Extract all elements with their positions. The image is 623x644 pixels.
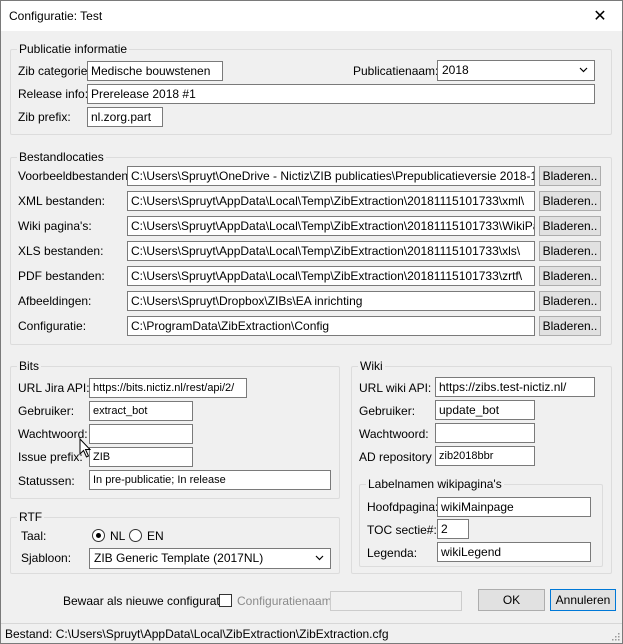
voorbeeldbestanden-label: Voorbeeldbestanden: (18, 169, 132, 183)
url-wiki-field[interactable]: https://zibs.test-nictiz.nl/ (435, 377, 595, 397)
release-info-label: Release info: (18, 87, 89, 101)
url-jira-field[interactable]: https://bits.nictiz.nl/rest/api/2/ (89, 378, 247, 398)
configuration-dialog: Configuratie: Test ✕ Publicatie informat… (0, 0, 623, 644)
chevron-down-icon (579, 67, 588, 73)
wiki-wachtwoord-field[interactable] (435, 423, 535, 443)
xls-bestanden-field[interactable]: C:\Users\Spruyt\AppData\Local\Temp\ZibEx… (127, 241, 535, 261)
publicatienaam-select[interactable]: 2018 (437, 60, 595, 81)
taal-label: Taal: (21, 529, 47, 543)
chevron-down-icon (315, 555, 324, 561)
xls-bestanden-label: XLS bestanden: (18, 244, 104, 258)
save-as-new-checkbox[interactable] (219, 594, 232, 607)
zib-prefix-field[interactable]: nl.zorg.part (87, 107, 163, 127)
window-title: Configuratie: Test (9, 9, 103, 23)
pdf-bestanden-field[interactable]: C:\Users\Spruyt\AppData\Local\Temp\ZibEx… (127, 266, 535, 286)
taal-nl-label[interactable]: NL (110, 529, 125, 543)
zib-prefix-label: Zib prefix: (18, 110, 71, 124)
sjabloon-select[interactable]: ZIB Generic Template (2017NL) (89, 548, 331, 569)
resize-grip-icon[interactable] (610, 631, 620, 641)
url-jira-label: URL Jira API: (18, 381, 90, 395)
xml-bestanden-browse-button[interactable]: Bladeren.. (539, 191, 601, 211)
configuratie-label: Configuratie: (18, 319, 87, 333)
labelnamen-group-label: Labelnamen wikipagina's (366, 477, 504, 491)
wiki-paginas-field[interactable]: C:\Users\Spruyt\AppData\Local\Temp\ZibEx… (127, 216, 535, 236)
wiki-gebruiker-field[interactable]: update_bot (435, 400, 535, 420)
configuratienaam-field[interactable] (330, 591, 462, 611)
save-as-new-label: Bewaar als nieuwe configuratie (63, 594, 230, 608)
voorbeeldbestanden-field[interactable]: C:\Users\Spruyt\OneDrive - Nictiz\ZIB pu… (127, 166, 535, 186)
taal-radio-nl[interactable] (92, 529, 105, 542)
pdf-bestanden-browse-button[interactable]: Bladeren.. (539, 266, 601, 286)
wiki-paginas-label: Wiki pagina's: (18, 219, 92, 233)
ad-repository-field[interactable]: zib2018bbr (435, 446, 535, 466)
bestandlocaties-group-label: Bestandlocaties (17, 150, 106, 164)
publicatienaam-value: 2018 (442, 63, 469, 77)
url-wiki-label: URL wiki API: (359, 381, 432, 395)
bits-wachtwoord-field[interactable] (89, 424, 193, 444)
bits-gebruiker-label: Gebruiker: (18, 404, 75, 418)
toc-sectie-label: TOC sectie#: (367, 523, 437, 537)
cancel-button[interactable]: Annuleren (550, 589, 616, 611)
close-button[interactable]: ✕ (578, 1, 622, 31)
taal-en-label[interactable]: EN (147, 529, 164, 543)
ad-repository-label: AD repository (359, 450, 432, 464)
sjabloon-label: Sjabloon: (21, 551, 72, 565)
zib-categorie-field[interactable]: Medische bouwstenen (87, 61, 223, 81)
title-bar: Configuratie: Test ✕ (1, 1, 622, 31)
wiki-gebruiker-label: Gebruiker: (359, 404, 416, 418)
hoofdpagina-field[interactable]: wikiMainpage (437, 497, 591, 517)
status-bar: Bestand: C:\Users\Spruyt\AppData\Local\Z… (1, 623, 622, 643)
afbeeldingen-browse-button[interactable]: Bladeren.. (539, 291, 601, 311)
sjabloon-value: ZIB Generic Template (2017NL) (94, 551, 264, 565)
configuratie-browse-button[interactable]: Bladeren.. (539, 316, 601, 336)
ok-button[interactable]: OK (478, 589, 545, 611)
release-info-field[interactable]: Prerelease 2018 #1 (87, 84, 595, 104)
wiki-paginas-browse-button[interactable]: Bladeren.. (539, 216, 601, 236)
publicatienaam-label: Publicatienaam: (353, 64, 439, 78)
close-icon: ✕ (593, 8, 607, 25)
issue-prefix-field[interactable]: ZIB (89, 447, 193, 467)
bits-group-label: Bits (17, 359, 42, 373)
afbeeldingen-label: Afbeeldingen: (18, 294, 92, 308)
legenda-label: Legenda: (367, 546, 418, 560)
afbeeldingen-field[interactable]: C:\Users\Spruyt\Dropbox\ZIBs\EA inrichti… (127, 291, 535, 311)
legenda-field[interactable]: wikiLegend (437, 542, 591, 562)
hoofdpagina-label: Hoofdpagina: (367, 500, 439, 514)
wiki-wachtwoord-label: Wachtwoord: (359, 427, 429, 441)
configuratienaam-label: Configuratienaam: (237, 594, 336, 608)
taal-radio-en[interactable] (129, 529, 142, 542)
voorbeeldbestanden-browse-button[interactable]: Bladeren.. (539, 166, 601, 186)
mouse-cursor-icon (79, 438, 92, 458)
statussen-label: Statussen: (18, 474, 75, 488)
configuratie-field[interactable]: C:\ProgramData\ZibExtraction\Config (127, 316, 535, 336)
zib-categorie-label: Zib categorie: (18, 64, 91, 78)
wiki-group-label: Wiki (358, 359, 385, 373)
rtf-group-label: RTF (17, 510, 45, 524)
xml-bestanden-label: XML bestanden: (18, 194, 105, 208)
status-text: Bestand: C:\Users\Spruyt\AppData\Local\Z… (5, 627, 389, 641)
statussen-field[interactable]: In pre-publicatie; In release (89, 470, 331, 490)
bits-gebruiker-field[interactable]: extract_bot (89, 401, 193, 421)
xls-bestanden-browse-button[interactable]: Bladeren.. (539, 241, 601, 261)
toc-sectie-field[interactable]: 2 (437, 519, 469, 539)
xml-bestanden-field[interactable]: C:\Users\Spruyt\AppData\Local\Temp\ZibEx… (127, 191, 535, 211)
publicatie-group-label: Publicatie informatie (17, 42, 130, 56)
pdf-bestanden-label: PDF bestanden: (18, 269, 105, 283)
issue-prefix-label: Issue prefix: (18, 450, 83, 464)
bits-wachtwoord-label: Wachtwoord: (18, 427, 88, 441)
